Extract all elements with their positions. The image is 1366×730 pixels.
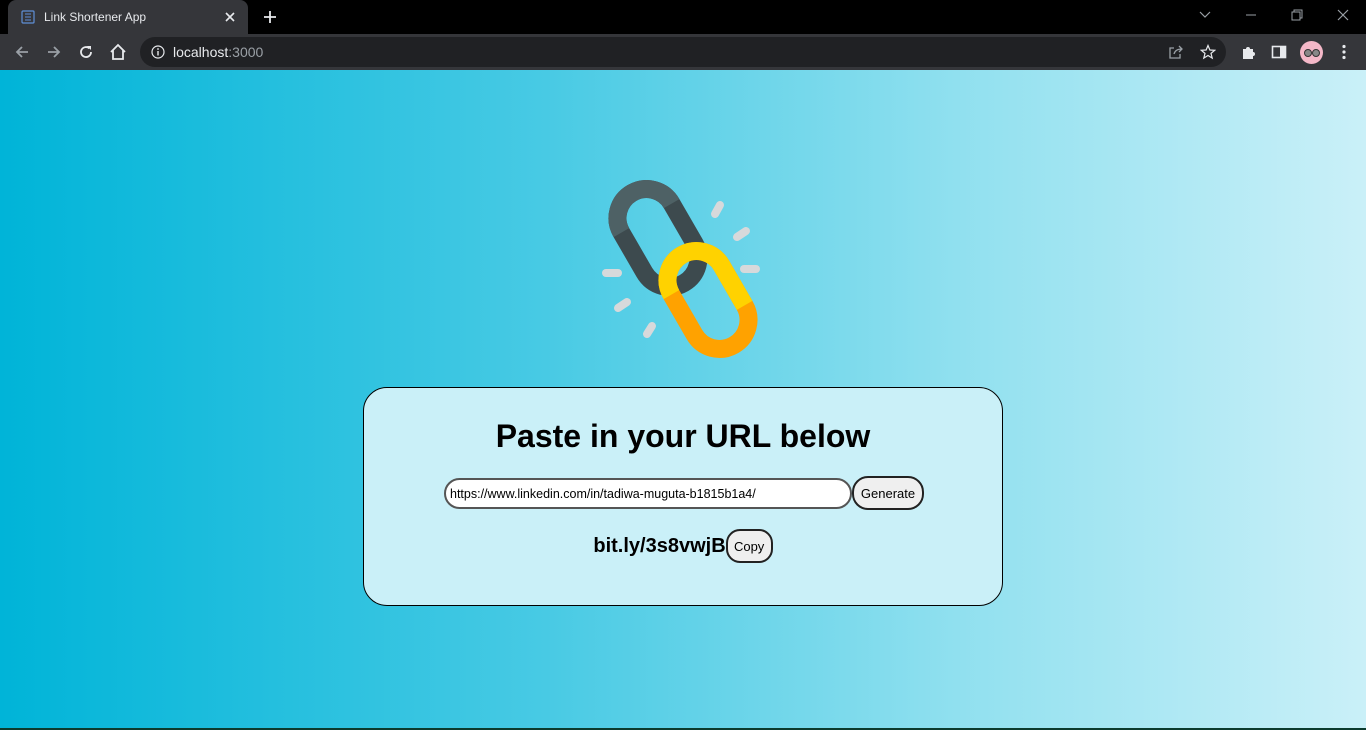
short-link-text: bit.ly/3s8vwjB <box>593 534 726 557</box>
extensions-icon[interactable] <box>1234 38 1262 66</box>
page-title: Paste in your URL below <box>495 418 871 454</box>
url-input[interactable] <box>444 478 852 509</box>
back-arrow-icon[interactable] <box>8 38 36 66</box>
chevron-down-icon[interactable] <box>1182 0 1228 30</box>
tab-favicon-icon <box>20 9 36 25</box>
star-icon[interactable] <box>1196 40 1220 64</box>
browser-tab[interactable]: Link Shortener App <box>8 0 248 34</box>
page-viewport: Paste in your URL below Generate bit.ly/… <box>0 70 1366 730</box>
window-close-icon[interactable] <box>1320 0 1366 30</box>
close-icon[interactable] <box>222 9 238 25</box>
address-bar[interactable]: localhost:3000 <box>140 37 1226 67</box>
info-icon[interactable] <box>151 45 165 59</box>
browser-toolbar: localhost:3000 <box>0 34 1366 70</box>
result-row: bit.ly/3s8vwjB Copy <box>364 528 1002 564</box>
reload-icon[interactable] <box>72 38 100 66</box>
minimize-icon[interactable] <box>1228 0 1274 30</box>
url-host: localhost <box>173 44 229 60</box>
url-shortener-card: Paste in your URL below Generate bit.ly/… <box>363 387 1003 606</box>
tab-title: Link Shortener App <box>44 10 147 24</box>
home-icon[interactable] <box>104 38 132 66</box>
copy-button[interactable]: Copy <box>725 529 773 563</box>
menu-dots-icon[interactable] <box>1330 38 1358 66</box>
forward-arrow-icon[interactable] <box>40 38 68 66</box>
plus-icon[interactable] <box>258 6 282 28</box>
tab-strip: Link Shortener App <box>0 0 1366 34</box>
side-panel-icon[interactable] <box>1265 38 1293 66</box>
profile-avatar-icon[interactable] <box>1300 41 1323 64</box>
restore-icon[interactable] <box>1274 0 1320 30</box>
url-port: :3000 <box>228 44 264 60</box>
generate-button[interactable]: Generate <box>852 476 924 510</box>
broken-chain-link-icon <box>598 180 768 362</box>
share-icon[interactable] <box>1164 40 1188 64</box>
